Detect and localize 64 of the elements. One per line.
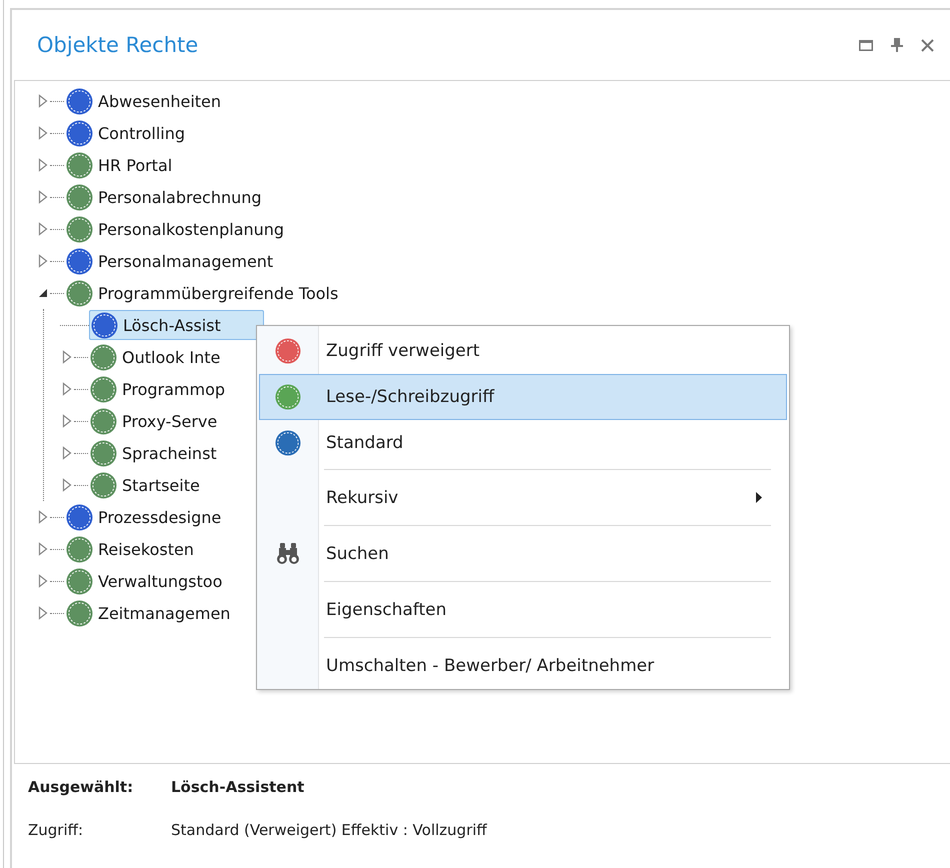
item-label: Personalmanagement (98, 252, 274, 270)
menu-item[interactable]: Eigenschaften (259, 585, 787, 634)
tree-item[interactable]: Abwesenheiten (64, 86, 224, 116)
tree-item[interactable]: Prozessdesigne (64, 502, 224, 532)
expand-icon[interactable] (36, 574, 50, 588)
tree-item[interactable]: Reisekosten (64, 534, 196, 564)
field-label: Zugriff: (28, 821, 84, 839)
field-value: Standard (Verweigert) Effektiv : Vollzugriff (171, 821, 487, 839)
tree-item[interactable]: Personalmanagement (64, 246, 276, 276)
expand-icon[interactable] (60, 446, 74, 460)
item-label: Personalabrechnung (98, 188, 262, 206)
tree-item[interactable]: Programmübergreifende Tools (64, 278, 340, 308)
field-value: Lösch-Assistent (171, 778, 304, 796)
expand-icon[interactable] (36, 510, 50, 524)
tree-item[interactable]: Personalabrechnung (64, 182, 264, 212)
tree-item[interactable]: Verwaltungstoo (64, 566, 224, 596)
expand-icon[interactable] (36, 190, 50, 204)
panel-title: Objekte Rechte (37, 33, 200, 57)
tree-item[interactable]: Personalkostenplanung (64, 214, 286, 244)
field-label: Ausgewählt: (28, 778, 134, 796)
tree-item[interactable]: Spracheinst (88, 438, 219, 468)
item-label: Startseite (122, 476, 200, 494)
expand-icon[interactable] (36, 606, 50, 620)
expand-icon[interactable] (60, 350, 74, 364)
item-label: Prozessdesigne (98, 508, 222, 526)
tree-item[interactable]: Zeitmanagemen (64, 598, 232, 628)
expand-icon[interactable] (36, 542, 50, 556)
expand-icon[interactable] (36, 158, 50, 172)
expand-icon[interactable] (36, 94, 50, 108)
expand-icon[interactable] (36, 126, 50, 140)
item-label: Abwesenheiten (98, 92, 222, 110)
item-label: Verwaltungstoo (98, 572, 222, 590)
close-icon[interactable] (921, 38, 934, 52)
tree-item[interactable]: Outlook Inte (88, 342, 222, 372)
expand-icon[interactable] (60, 478, 74, 492)
menu-item[interactable]: Rekursiv (259, 473, 787, 522)
menu-item[interactable]: Standard (259, 420, 787, 466)
expand-icon[interactable] (36, 222, 50, 236)
tree-item[interactable]: HR Portal (64, 150, 174, 180)
tree-item[interactable]: Proxy-Serve (88, 406, 220, 436)
pin-icon[interactable] (891, 38, 903, 52)
maximize-icon[interactable] (859, 40, 873, 50)
item-label: Spracheinst (122, 444, 217, 462)
menu-item[interactable]: Suchen (259, 529, 787, 578)
item-label: Lösch-Assist (123, 316, 221, 334)
binoculars-icon (276, 542, 300, 564)
item-label: Programmop (122, 380, 226, 398)
tree-item[interactable]: Lösch-Assist (89, 310, 264, 340)
menu-item[interactable]: Lese-/Schreibzugriff (259, 374, 787, 420)
tree-item[interactable]: Startseite (88, 470, 202, 500)
item-label: Programmübergreifende Tools (98, 284, 338, 302)
menu-item[interactable]: Umschalten - Bewerber/ Arbeitnehmer (259, 641, 787, 690)
item-label: Controlling (98, 124, 186, 142)
item-label: Personalkostenplanung (98, 220, 284, 238)
item-label: Reisekosten (98, 540, 194, 558)
tree-item[interactable]: Controlling (64, 118, 188, 148)
expand-icon[interactable] (36, 254, 50, 268)
item-label: Zeitmanagemen (98, 604, 230, 622)
item-label: Proxy-Serve (122, 412, 218, 430)
expand-icon[interactable] (60, 414, 74, 428)
expand-icon[interactable] (60, 382, 74, 396)
tree-item[interactable]: Programmop (88, 374, 228, 404)
item-label: HR Portal (98, 156, 172, 174)
item-label: Outlook Inte (122, 348, 220, 366)
